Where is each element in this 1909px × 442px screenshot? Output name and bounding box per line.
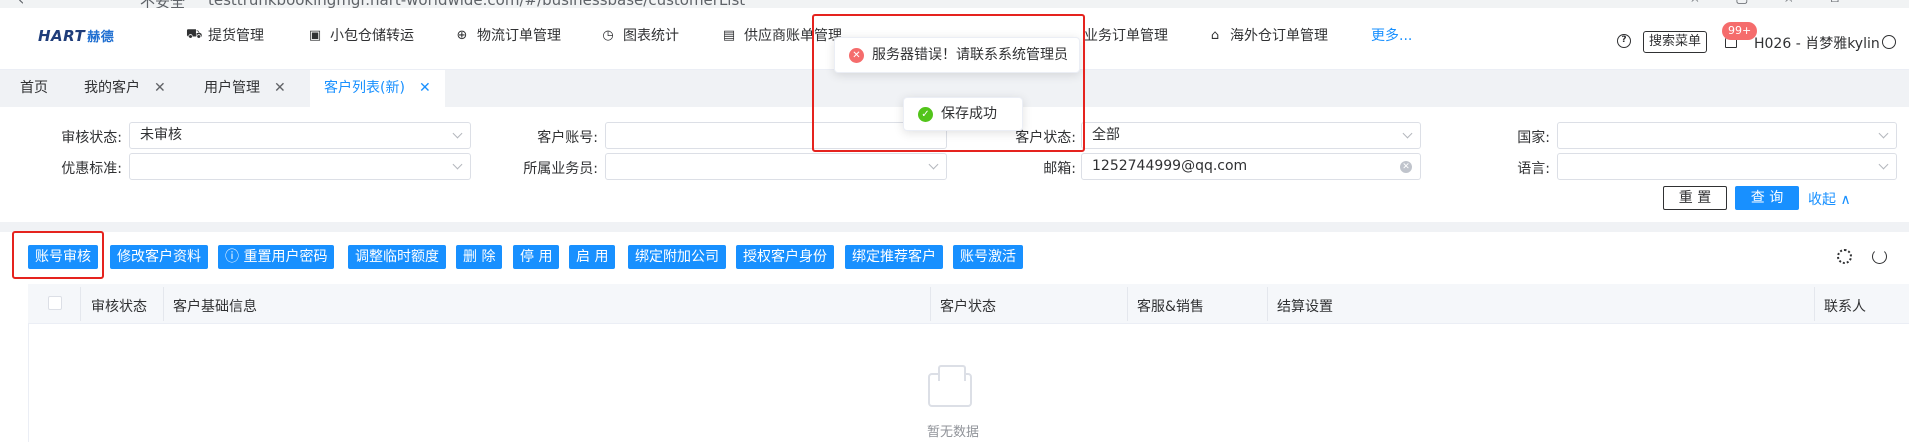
browser-toolbar: ⌁ ☆ ▢ ☆ ⧉ bbox=[1646, 0, 1839, 6]
customer-status-select[interactable]: 全部 bbox=[1081, 122, 1421, 149]
nav-item-charts[interactable]: ◷ 图表统计 bbox=[601, 25, 679, 45]
favorites-icon[interactable]: ☆ bbox=[1782, 0, 1795, 6]
col-customer-status: 客户状态 bbox=[940, 299, 996, 315]
tab-home[interactable]: 首页 bbox=[6, 70, 62, 107]
col-settlement: 结算设置 bbox=[1277, 299, 1333, 315]
account-label: 客户账号: bbox=[537, 130, 598, 146]
back-icon[interactable]: ‹ bbox=[18, 0, 24, 8]
chevron-down-icon bbox=[1878, 128, 1889, 139]
star-icon[interactable]: ☆ bbox=[1689, 0, 1702, 6]
nav-more[interactable]: 更多... bbox=[1371, 25, 1412, 45]
adjust-credit-button[interactable]: 调整临时额度 bbox=[348, 245, 446, 269]
email-input[interactable]: 1252744999@qq.com ✕ bbox=[1081, 153, 1421, 180]
language-select[interactable] bbox=[1557, 153, 1897, 180]
box-icon: ▣ bbox=[308, 27, 322, 43]
wallet-icon: ▤ bbox=[722, 27, 736, 43]
chevron-down-icon bbox=[452, 159, 463, 170]
translate-icon[interactable]: ⌁ bbox=[1646, 0, 1654, 6]
tab-customer-list-new[interactable]: 客户列表(新) ✕ bbox=[310, 70, 445, 107]
browser-bar: ‹ 不安全 testtrunkbookingmgr.hart-worldwide… bbox=[0, 0, 1909, 8]
disable-button[interactable]: 停 用 bbox=[513, 245, 560, 269]
empty-box-icon bbox=[928, 365, 972, 407]
chevron-down-icon bbox=[452, 128, 463, 139]
col-audit-status: 审核状态 bbox=[91, 299, 147, 315]
language-globe-icon[interactable] bbox=[1882, 35, 1896, 49]
column-divider bbox=[163, 287, 164, 321]
country-select[interactable] bbox=[1557, 122, 1897, 149]
col-service-sales: 客服&销售 bbox=[1137, 299, 1204, 315]
delete-button[interactable]: 删 除 bbox=[456, 245, 503, 269]
close-icon[interactable]: ✕ bbox=[274, 80, 286, 96]
bind-referrer-button[interactable]: 绑定推荐客户 bbox=[845, 245, 943, 269]
clock-icon: ◷ bbox=[602, 27, 614, 43]
chevron-down-icon bbox=[1402, 128, 1413, 139]
column-divider bbox=[1127, 287, 1128, 321]
query-button[interactable]: 查 询 bbox=[1735, 186, 1799, 210]
collapse-link[interactable]: 收起 ∧ bbox=[1808, 189, 1851, 209]
help-icon[interactable]: ? bbox=[1617, 34, 1631, 48]
tab-my-customers[interactable]: 我的客户 ✕ bbox=[70, 70, 180, 107]
nav-item-business-orders[interactable]: 业务订单管理 bbox=[1084, 25, 1168, 45]
discount-label: 优惠标准: bbox=[61, 161, 122, 177]
notification-badge: 99+ bbox=[1722, 22, 1758, 40]
bind-company-button[interactable]: 绑定附加公司 bbox=[628, 245, 726, 269]
nav-item-pickup[interactable]: ⛟ 提货管理 bbox=[186, 25, 264, 45]
highlight-box-audit-button bbox=[12, 231, 104, 279]
enable-button[interactable]: 启 用 bbox=[569, 245, 616, 269]
clear-icon[interactable]: ✕ bbox=[1400, 161, 1412, 173]
salesman-label: 所属业务员: bbox=[523, 161, 598, 177]
car-icon: ⛟ bbox=[186, 26, 203, 42]
home-icon: ⌂ bbox=[1210, 27, 1220, 43]
search-menu-button[interactable]: 搜索菜单 bbox=[1643, 31, 1708, 53]
country-label: 国家: bbox=[1517, 130, 1550, 146]
section-divider bbox=[0, 222, 1909, 232]
empty-text: 暂无数据 bbox=[927, 425, 980, 440]
close-icon[interactable]: ✕ bbox=[419, 80, 431, 96]
column-divider bbox=[930, 287, 931, 321]
highlight-box-messages bbox=[812, 14, 1085, 152]
insecure-label: 不安全 bbox=[140, 0, 185, 8]
close-icon[interactable]: ✕ bbox=[154, 80, 166, 96]
address-bar[interactable]: testtrunkbookingmgr.hart-worldwide.com/#… bbox=[208, 0, 745, 8]
audit-status-select[interactable]: 未审核 bbox=[129, 122, 471, 149]
nav-item-overseas-orders[interactable]: ⌂ 海外仓订单管理 bbox=[1208, 25, 1328, 45]
nav-item-logistics-orders[interactable]: ⊕ 物流订单管理 bbox=[455, 25, 561, 45]
user-name[interactable]: H026 - 肖梦雅kylin bbox=[1754, 33, 1880, 53]
activate-account-button[interactable]: 账号激活 bbox=[953, 245, 1023, 269]
tab-user-management[interactable]: 用户管理 ✕ bbox=[190, 70, 300, 107]
audit-status-label: 审核状态: bbox=[61, 130, 122, 146]
globe-icon: ⊕ bbox=[456, 27, 468, 43]
discount-select[interactable] bbox=[129, 153, 471, 180]
col-contact: 联系人 bbox=[1824, 299, 1866, 315]
column-divider bbox=[1267, 287, 1268, 321]
reset-password-button[interactable]: ⓘ 重置用户密码 bbox=[218, 245, 335, 269]
language-label: 语言: bbox=[1517, 161, 1550, 177]
logo[interactable]: HART 赫德 bbox=[38, 26, 114, 45]
col-customer-info: 客户基础信息 bbox=[173, 299, 257, 315]
email-label: 邮箱: bbox=[1043, 161, 1076, 177]
reset-button[interactable]: 重 置 bbox=[1663, 186, 1727, 210]
refresh-icon[interactable] bbox=[1872, 249, 1887, 264]
tabs-icon[interactable]: ▢ bbox=[1735, 0, 1748, 6]
chevron-down-icon bbox=[1878, 159, 1889, 170]
column-divider bbox=[80, 287, 81, 321]
extension-icon[interactable]: ⧉ bbox=[1829, 0, 1839, 6]
edit-customer-button[interactable]: 修改客户资料 bbox=[110, 245, 208, 269]
authorize-identity-button[interactable]: 授权客户身份 bbox=[736, 245, 834, 269]
select-all-checkbox[interactable] bbox=[48, 296, 62, 310]
column-divider bbox=[1814, 287, 1815, 321]
gear-icon[interactable] bbox=[1837, 249, 1852, 264]
chevron-down-icon bbox=[928, 159, 939, 170]
nav-item-parcel-warehouse[interactable]: ▣ 小包仓储转运 bbox=[308, 25, 414, 45]
salesman-select[interactable] bbox=[605, 153, 947, 180]
